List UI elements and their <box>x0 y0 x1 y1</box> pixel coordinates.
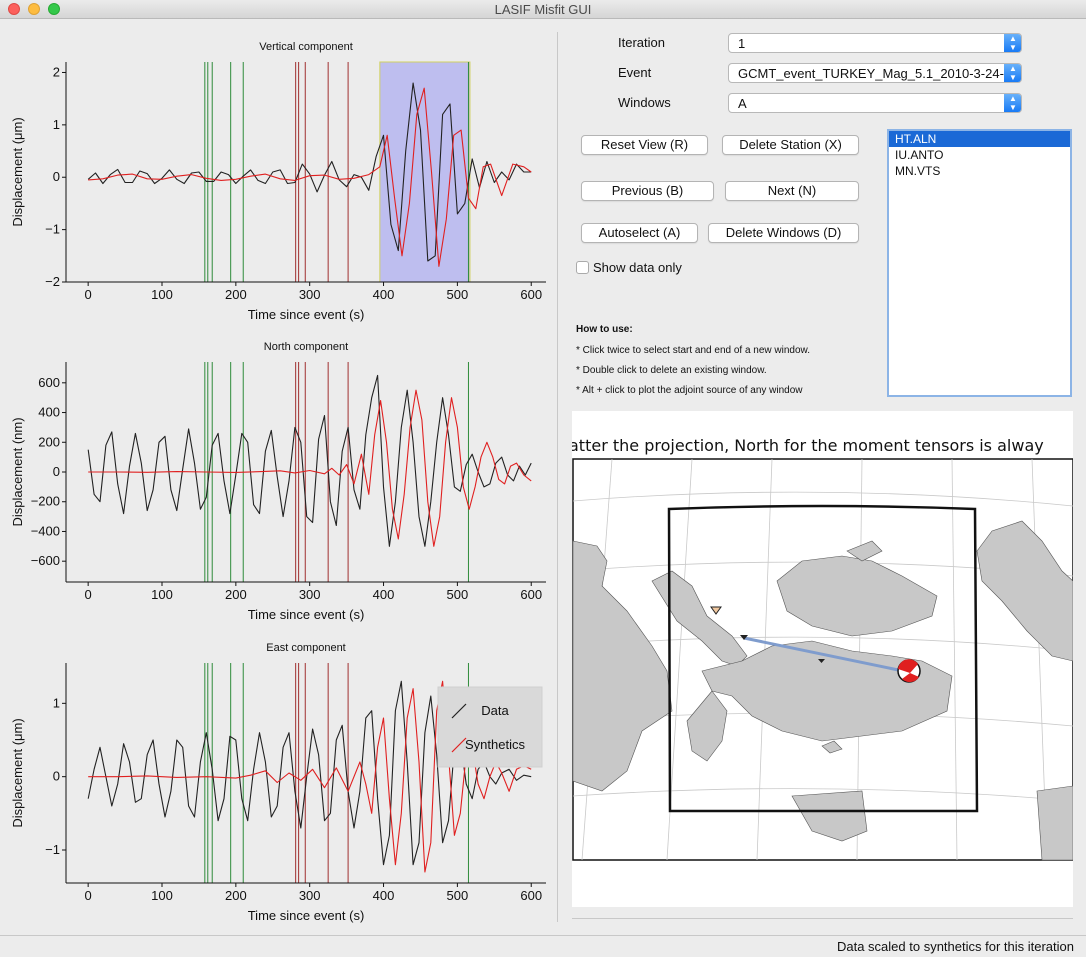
y-tick-label: 200 <box>38 434 60 449</box>
x-tick-label: 0 <box>85 587 92 602</box>
x-tick-label: 100 <box>151 287 173 302</box>
x-tick-label: 200 <box>225 587 247 602</box>
select-arrows-icon: ▲ ▼ <box>1004 64 1021 82</box>
y-tick-label: 400 <box>38 405 60 420</box>
x-tick-label: 400 <box>373 287 395 302</box>
iteration-select[interactable]: 1 ▲ ▼ <box>728 33 1022 53</box>
show-data-only-checkbox[interactable] <box>576 261 589 274</box>
x-tick-label: 600 <box>520 888 542 903</box>
y-tick-label: 600 <box>38 375 60 390</box>
station-list[interactable]: HT.ALN IU.ANTO MN.VTS <box>887 129 1072 397</box>
y-axis-label: Displacement (μm) <box>10 117 25 226</box>
y-tick-label: 0 <box>53 169 60 184</box>
how-to-line: * Alt + click to plot the adjoint source… <box>576 385 803 396</box>
x-axis-label: Time since event (s) <box>248 307 365 322</box>
y-axis-label: Displacement (μm) <box>10 718 25 827</box>
y-tick-label: 0 <box>53 769 60 784</box>
station-item[interactable]: MN.VTS <box>889 163 1070 179</box>
beachball-icon[interactable] <box>897 659 921 683</box>
x-axis-label: Time since event (s) <box>248 607 365 622</box>
autoselect-button[interactable]: Autoselect (A) <box>581 223 698 243</box>
waveform-plots[interactable]: Vertical component 0 100 200 300 400 500 600 2 1 0… <box>0 20 556 935</box>
y-tick-label: −2 <box>45 274 60 289</box>
x-tick-label: 200 <box>225 888 247 903</box>
select-arrows-icon: ▲ ▼ <box>1004 34 1021 52</box>
legend-box <box>437 686 543 768</box>
x-tick-label: 400 <box>373 888 395 903</box>
station-item[interactable]: IU.ANTO <box>889 147 1070 163</box>
delete-station-button[interactable]: Delete Station (X) <box>722 135 859 155</box>
y-tick-label: 1 <box>53 695 60 710</box>
next-button[interactable]: Next (N) <box>725 181 859 201</box>
x-tick-label: 300 <box>299 888 321 903</box>
y-tick-label: −200 <box>31 494 60 509</box>
status-text: Data scaled to synthetics for this itera… <box>836 939 1074 954</box>
x-tick-label: 100 <box>151 587 173 602</box>
y-tick-label: −1 <box>45 222 60 237</box>
iteration-label: Iteration <box>618 35 665 50</box>
vertical-component-title: Vertical component <box>259 41 353 53</box>
y-tick-label: −1 <box>45 842 60 857</box>
x-tick-label: 100 <box>151 888 173 903</box>
y-tick-label: −400 <box>31 523 60 538</box>
reset-view-button[interactable]: Reset View (R) <box>581 135 708 155</box>
title-bar: LASIF Misfit GUI <box>0 0 1086 19</box>
show-data-only-label: Show data only <box>593 260 682 275</box>
map-title: atter the projection, North for the mome… <box>572 436 1044 455</box>
east-component-title: East component <box>266 642 346 654</box>
panel-divider[interactable] <box>557 32 558 922</box>
windows-label: Windows <box>618 95 671 110</box>
x-tick-label: 600 <box>520 587 542 602</box>
select-arrows-icon: ▲ ▼ <box>1004 94 1021 112</box>
delete-windows-button[interactable]: Delete Windows (D) <box>708 223 859 243</box>
x-tick-label: 0 <box>85 287 92 302</box>
previous-button[interactable]: Previous (B) <box>581 181 714 201</box>
how-to-line: * Double click to delete an existing win… <box>576 365 767 376</box>
x-tick-label: 0 <box>85 888 92 903</box>
x-tick-label: 500 <box>447 287 469 302</box>
event-value: GCMT_event_TURKEY_Mag_5.1_2010-3-24- <box>738 66 1004 81</box>
how-to-heading: How to use: <box>576 324 633 335</box>
x-axis-label: Time since event (s) <box>248 908 365 923</box>
how-to-line: * Click twice to select start and end of… <box>576 345 811 356</box>
station-map[interactable]: atter the projection, North for the mome… <box>572 411 1073 907</box>
windows-select[interactable]: A ▲ ▼ <box>728 93 1022 113</box>
legend-label: Data <box>481 703 509 718</box>
x-tick-label: 300 <box>299 587 321 602</box>
y-axis-label: Displacement (nm) <box>10 417 25 526</box>
status-bar: Data scaled to synthetics for this itera… <box>0 935 1086 957</box>
map-canvas[interactable]: atter the projection, North for the mome… <box>572 411 1073 907</box>
synthetics-trace <box>88 389 532 547</box>
station-item[interactable]: HT.ALN <box>889 131 1070 147</box>
event-label: Event <box>618 65 652 80</box>
x-tick-label: 500 <box>447 587 469 602</box>
x-tick-label: 400 <box>373 587 395 602</box>
map-divider <box>572 918 1073 919</box>
window-title: LASIF Misfit GUI <box>494 2 592 17</box>
y-tick-label: 1 <box>53 117 60 132</box>
x-tick-label: 300 <box>299 287 321 302</box>
y-tick-label: 2 <box>53 64 60 79</box>
windows-value: A <box>738 96 747 111</box>
x-tick-label: 500 <box>447 888 469 903</box>
event-select[interactable]: GCMT_event_TURKEY_Mag_5.1_2010-3-24- ▲ ▼ <box>728 63 1022 83</box>
iteration-value: 1 <box>738 36 746 51</box>
legend-label: Synthetics <box>465 737 525 752</box>
y-tick-label: −600 <box>31 553 60 568</box>
y-tick-label: 0 <box>53 464 60 479</box>
north-component-title: North component <box>264 341 348 353</box>
waveform-plots-canvas[interactable]: Vertical component0 100 200 300 400 500 600210… <box>0 20 556 935</box>
x-tick-label: 200 <box>225 287 247 302</box>
x-tick-label: 600 <box>520 287 542 302</box>
data-trace <box>87 374 532 547</box>
